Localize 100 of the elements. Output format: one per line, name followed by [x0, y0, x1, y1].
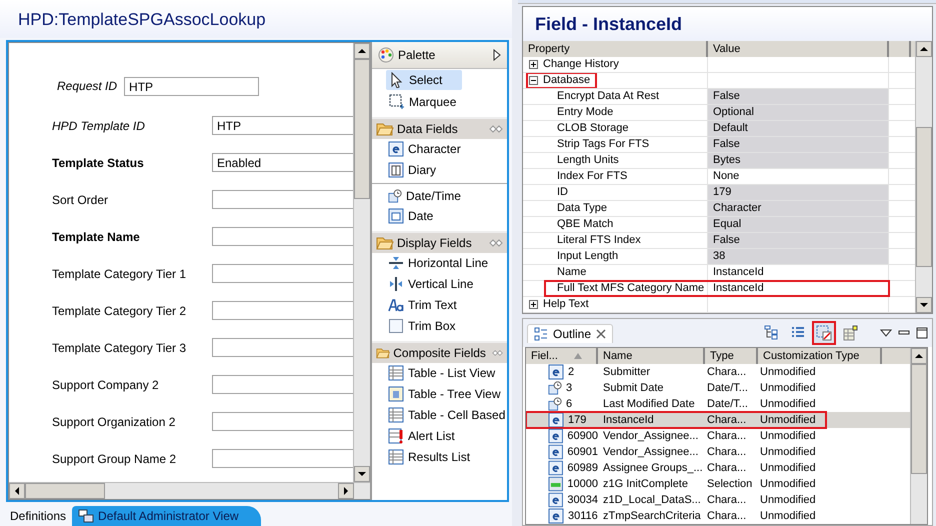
customization-type: Unmodified: [760, 476, 816, 492]
hierarchy-icon[interactable]: [764, 325, 780, 341]
calendar-clock-icon: [548, 397, 562, 411]
arrow-up-icon[interactable]: [358, 47, 366, 55]
selection-field-icon: [548, 476, 564, 492]
palette-item[interactable]: Table - Tree View: [372, 384, 507, 405]
input-field[interactable]: [212, 264, 353, 283]
arrow-down-icon[interactable]: [358, 470, 366, 478]
field-type: Date/T...: [707, 396, 748, 412]
input-field[interactable]: [212, 449, 353, 468]
palette-item[interactable]: Alert List: [372, 426, 507, 447]
marquee-icon: [389, 94, 405, 110]
field-type: Chara...: [707, 428, 746, 444]
palette-item[interactable]: Vertical Line: [372, 274, 507, 295]
palette-section[interactable]: Composite Fields: [372, 341, 507, 363]
field-id: 6: [566, 396, 572, 412]
input-field[interactable]: [212, 375, 353, 394]
arrow-down-icon[interactable]: [920, 301, 928, 309]
grid-icon[interactable]: [842, 325, 858, 341]
property-value: InstanceId: [713, 265, 764, 280]
column-header[interactable]: Type: [705, 348, 758, 364]
palette-item[interactable]: Table - List View: [372, 363, 507, 384]
field-name: Vendor_Assignee...: [603, 428, 698, 444]
property-name: ID: [557, 185, 568, 200]
property-group[interactable]: Help Text: [543, 297, 589, 312]
property-name: QBE Match: [557, 217, 614, 232]
input-field[interactable]: HTP: [124, 76, 260, 96]
column-header[interactable]: Name: [598, 348, 705, 364]
character-field-icon: [548, 428, 564, 444]
filter-icon[interactable]: [816, 325, 832, 341]
property-value: Equal: [713, 217, 742, 232]
property-group[interactable]: Database: [543, 73, 590, 88]
field-name: zTmpSearchCriteria: [603, 508, 701, 524]
column-header[interactable]: Value: [708, 41, 889, 57]
palette-item[interactable]: Date: [372, 206, 507, 227]
property-name: Name: [557, 265, 586, 280]
book-icon: [388, 162, 404, 178]
arrow-up-icon[interactable]: [920, 45, 928, 53]
field-type: Date/T...: [707, 380, 748, 396]
palette-tool[interactable]: Marquee: [386, 92, 462, 112]
property-name: Index For FTS: [557, 169, 628, 184]
property-group[interactable]: Change History: [543, 57, 619, 72]
input-field[interactable]: Enabled: [212, 153, 353, 172]
input-field[interactable]: [212, 338, 353, 357]
palette-item[interactable]: Results List: [372, 447, 507, 468]
palette-tool[interactable]: Select: [386, 70, 462, 90]
calendar-clock-icon: [548, 381, 562, 395]
vertical-scrollbar[interactable]: [910, 348, 927, 524]
property-value: Optional: [713, 105, 754, 120]
character-field-icon: [548, 412, 564, 428]
outline-tab[interactable]: Outline: [527, 324, 614, 342]
vertical-line-icon: [388, 276, 404, 292]
horizontal-scrollbar[interactable]: [9, 482, 370, 499]
column-header[interactable]: Customization Type: [758, 348, 882, 364]
editor-tab[interactable]: Default Administrator View: [72, 506, 261, 526]
expand-icon[interactable]: [529, 300, 538, 309]
column-header[interactable]: Property: [523, 41, 708, 57]
character-field-icon: [548, 444, 564, 460]
palette-item[interactable]: Trim Text: [372, 295, 507, 316]
input-field[interactable]: [212, 227, 353, 246]
input-field[interactable]: HTP: [212, 116, 353, 135]
table-icon: [388, 407, 404, 423]
folder-icon: [376, 122, 394, 136]
table-icon: [388, 449, 404, 465]
arrow-left-icon[interactable]: [13, 487, 21, 495]
property-value: False: [713, 89, 740, 104]
view-menu-icon[interactable]: [880, 329, 892, 337]
property-value: False: [713, 233, 740, 248]
close-icon[interactable]: [596, 328, 606, 338]
section-title: Composite Fields: [393, 346, 486, 360]
arrow-right-icon[interactable]: [493, 49, 501, 61]
customization-type: Unmodified: [760, 492, 816, 508]
palette-item[interactable]: Table - Cell Based: [372, 405, 507, 426]
field-id: 179: [568, 412, 586, 428]
input-field[interactable]: [212, 301, 353, 320]
palette-item[interactable]: Trim Box: [372, 316, 507, 337]
vertical-scrollbar[interactable]: [915, 41, 932, 313]
palette-section[interactable]: Data Fields: [372, 117, 507, 139]
field-label: Support Organization 2: [52, 414, 176, 428]
input-field[interactable]: [212, 412, 353, 431]
field-id: 30116: [568, 508, 598, 524]
palette-item[interactable]: Horizontal Line: [372, 253, 507, 274]
field-label: Sort Order: [52, 192, 108, 206]
palette-icon: [378, 47, 394, 63]
collapse-icon[interactable]: [529, 76, 538, 85]
box-icon: [388, 318, 404, 334]
palette-section[interactable]: Display Fields: [372, 231, 507, 253]
vertical-scrollbar[interactable]: [353, 43, 370, 482]
section-title: Display Fields: [397, 236, 472, 250]
palette-item[interactable]: Date/Time: [372, 183, 507, 206]
expand-icon[interactable]: [529, 60, 538, 69]
input-field[interactable]: [212, 190, 353, 209]
field-name: Submitter: [603, 364, 650, 380]
palette-item[interactable]: Diary: [372, 160, 507, 181]
arrow-up-icon[interactable]: [915, 352, 923, 360]
palette-item[interactable]: Character: [372, 139, 507, 160]
table-icon: [388, 365, 404, 381]
arrow-right-icon[interactable]: [342, 487, 350, 495]
maximize-icon[interactable]: [916, 327, 928, 339]
field-label: HPD Template ID: [52, 118, 145, 132]
